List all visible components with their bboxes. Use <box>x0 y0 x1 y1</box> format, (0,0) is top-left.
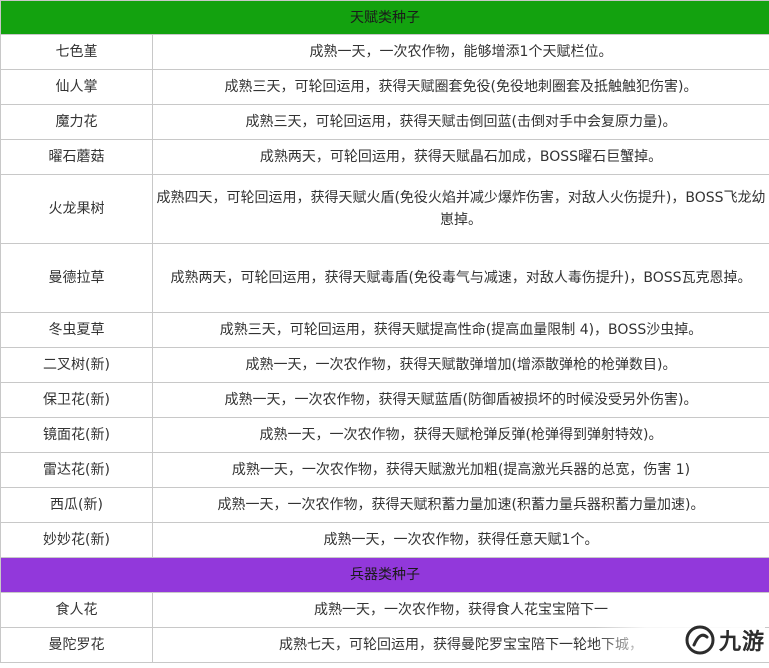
seed-name: 仙人掌 <box>0 69 153 105</box>
seed-name: 妙妙花(新) <box>0 522 153 558</box>
seed-name: 曼陀罗花 <box>0 627 153 663</box>
seed-name: 西瓜(新) <box>0 487 153 523</box>
seed-desc: 成熟七天，可轮回运用，获得曼陀罗宝宝陪下一轮地下城， <box>152 627 769 663</box>
table-row: 二叉树(新) 成熟一天，一次农作物，获得天赋散弹增加(增添散弹枪的枪弹数目)。 <box>0 347 769 383</box>
seed-name: 冬虫夏草 <box>0 312 153 348</box>
seed-desc: 成熟一天，一次农作物，获得天赋散弹增加(增添散弹枪的枪弹数目)。 <box>152 347 769 383</box>
table-row: 曜石蘑菇 成熟两天，可轮回运用，获得天赋晶石加成，BOSS曜石巨蟹掉。 <box>0 139 769 175</box>
seed-desc: 成熟一天，一次农作物，获得天赋枪弹反弹(枪弹得到弹射特效)。 <box>152 417 769 453</box>
seed-desc: 成熟一天，一次农作物，获得天赋蓝盾(防御盾被损坏的时候没受另外伤害)。 <box>152 382 769 418</box>
seed-name: 火龙果树 <box>0 174 153 244</box>
table-row: 保卫花(新) 成熟一天，一次农作物，获得天赋蓝盾(防御盾被损坏的时候没受另外伤害… <box>0 382 769 418</box>
seed-desc: 成熟两天，可轮回运用，获得天赋晶石加成，BOSS曜石巨蟹掉。 <box>152 139 769 175</box>
seed-desc: 成熟两天，可轮回运用，获得天赋毒盾(免役毒气与减速，对敌人毒伤提升)，BOSS瓦… <box>152 243 769 313</box>
table-row: 妙妙花(新) 成熟一天，一次农作物，获得任意天赋1个。 <box>0 522 769 558</box>
table-row: 曼德拉草 成熟两天，可轮回运用，获得天赋毒盾(免役毒气与减速，对敌人毒伤提升)，… <box>0 243 769 313</box>
table-row: 镜面花(新) 成熟一天，一次农作物，获得天赋枪弹反弹(枪弹得到弹射特效)。 <box>0 417 769 453</box>
seed-name: 七色堇 <box>0 34 153 70</box>
section-title: 兵器类种子 <box>0 557 769 593</box>
seed-name: 雷达花(新) <box>0 452 153 488</box>
section-header-weapon: 兵器类种子 <box>0 557 769 593</box>
table-row: 食人花 成熟一天，一次农作物，获得食人花宝宝陪下一 <box>0 592 769 628</box>
table-row: 曼陀罗花 成熟七天，可轮回运用，获得曼陀罗宝宝陪下一轮地下城， <box>0 627 769 663</box>
table-row: 火龙果树 成熟四天，可轮回运用，获得天赋火盾(免役火焰并减少爆炸伤害，对敌人火伤… <box>0 174 769 244</box>
table-row: 雷达花(新) 成熟一天，一次农作物，获得天赋激光加粗(提高激光兵器的总宽，伤害 … <box>0 452 769 488</box>
table-row: 魔力花 成熟三天，可轮回运用，获得天赋击倒回蓝(击倒对手中会复原力量)。 <box>0 104 769 140</box>
seed-desc: 成熟一天，一次农作物，获得食人花宝宝陪下一 <box>152 592 769 628</box>
seed-desc: 成熟一天，一次农作物，获得任意天赋1个。 <box>152 522 769 558</box>
seed-desc: 成熟一天，一次农作物，能够增添1个天赋栏位。 <box>152 34 769 70</box>
seed-desc: 成熟一天，一次农作物，获得天赋积蓄力量加速(积蓄力量兵器积蓄力量加速)。 <box>152 487 769 523</box>
seed-desc: 成熟一天，一次农作物，获得天赋激光加粗(提高激光兵器的总宽，伤害 1) <box>152 452 769 488</box>
seed-name: 保卫花(新) <box>0 382 153 418</box>
seed-name: 食人花 <box>0 592 153 628</box>
section-header-talent: 天赋类种子 <box>0 0 769 35</box>
table-row: 七色堇 成熟一天，一次农作物，能够增添1个天赋栏位。 <box>0 34 769 70</box>
section-title: 天赋类种子 <box>0 0 769 35</box>
seed-desc: 成熟三天，可轮回运用，获得天赋击倒回蓝(击倒对手中会复原力量)。 <box>152 104 769 140</box>
seed-desc: 成熟三天，可轮回运用，获得天赋圈套免役(免役地刺圈套及抵触触犯伤害)。 <box>152 69 769 105</box>
seed-table: 天赋类种子 七色堇 成熟一天，一次农作物，能够增添1个天赋栏位。 仙人掌 成熟三… <box>0 0 769 663</box>
seed-name: 魔力花 <box>0 104 153 140</box>
seed-desc: 成熟三天，可轮回运用，获得天赋提高性命(提高血量限制 4)，BOSS沙虫掉。 <box>152 312 769 348</box>
seed-desc: 成熟四天，可轮回运用，获得天赋火盾(免役火焰并减少爆炸伤害，对敌人火伤提升)，B… <box>152 174 769 244</box>
table-row: 仙人掌 成熟三天，可轮回运用，获得天赋圈套免役(免役地刺圈套及抵触触犯伤害)。 <box>0 69 769 105</box>
seed-name: 镜面花(新) <box>0 417 153 453</box>
table-row: 冬虫夏草 成熟三天，可轮回运用，获得天赋提高性命(提高血量限制 4)，BOSS沙… <box>0 312 769 348</box>
table-row: 西瓜(新) 成熟一天，一次农作物，获得天赋积蓄力量加速(积蓄力量兵器积蓄力量加速… <box>0 487 769 523</box>
seed-name: 二叉树(新) <box>0 347 153 383</box>
seed-name: 曜石蘑菇 <box>0 139 153 175</box>
seed-name: 曼德拉草 <box>0 243 153 313</box>
